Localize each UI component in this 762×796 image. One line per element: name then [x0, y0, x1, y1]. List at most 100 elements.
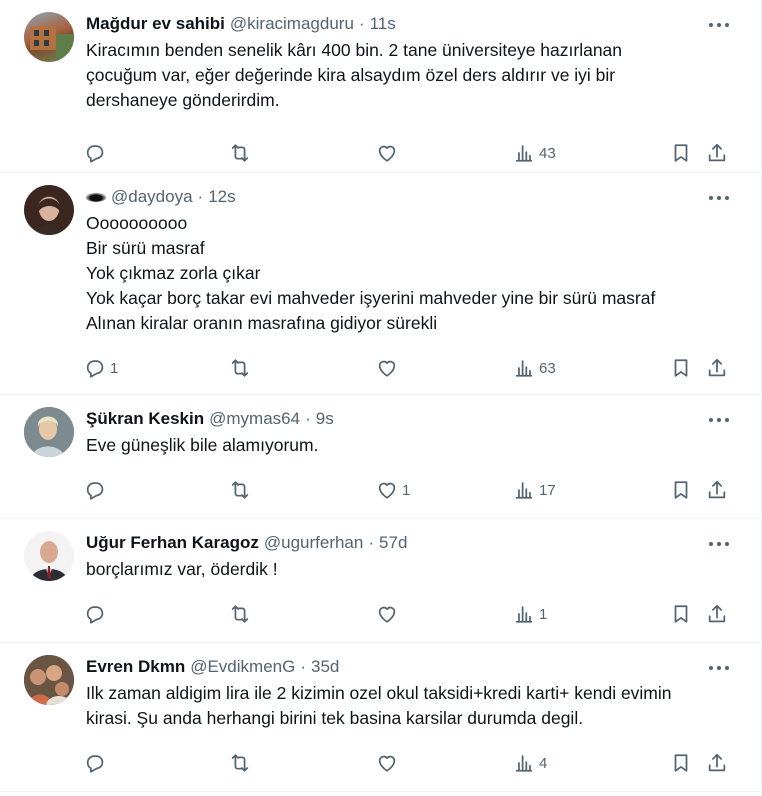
views-button[interactable]: 17: [513, 466, 556, 514]
retweet-icon: [231, 144, 249, 162]
share-icon: [708, 358, 726, 377]
avatar[interactable]: [24, 407, 74, 457]
share-icon: [708, 604, 726, 623]
retweet-icon: [231, 481, 249, 499]
more-options-button[interactable]: [707, 411, 731, 429]
share-button[interactable]: [706, 590, 728, 638]
reply-icon: [86, 755, 104, 773]
separator-dot: ·: [305, 409, 311, 428]
reply-icon: [86, 606, 104, 624]
views-button[interactable]: 1: [513, 590, 547, 638]
tweet-text: Kiracımın benden senelik kârı 400 bin. 2…: [86, 38, 745, 113]
timestamp[interactable]: 11s: [370, 14, 396, 34]
bookmark-icon: [674, 605, 688, 623]
reply-button[interactable]: 1: [84, 344, 118, 392]
tweet-text-line: borçlarımız var, öderdik !: [86, 559, 278, 579]
bookmark-icon: [674, 359, 688, 377]
heart-icon: [378, 145, 396, 162]
reply-button[interactable]: [84, 590, 110, 638]
display-name[interactable]: [86, 187, 106, 207]
reply-button[interactable]: [84, 739, 110, 787]
views-icon: [515, 360, 533, 377]
views-icon: [515, 755, 533, 772]
heart-icon: [378, 606, 396, 623]
bookmark-button[interactable]: [670, 590, 692, 638]
views-button[interactable]: 43: [513, 129, 556, 177]
more-options-button[interactable]: [707, 189, 731, 207]
timeline: Mağdur ev sahibi @kiracimagduru · 11s Ki…: [0, 0, 762, 796]
more-options-button[interactable]: [707, 535, 731, 553]
retweet-button[interactable]: [229, 590, 251, 638]
user-handle[interactable]: @EvdikmenG: [190, 657, 295, 677]
reply-count: 1: [110, 359, 119, 377]
retweet-button[interactable]: [229, 466, 251, 514]
avatar[interactable]: [24, 655, 74, 705]
share-button[interactable]: [706, 466, 728, 514]
bookmark-button[interactable]: [670, 344, 692, 392]
avatar[interactable]: [24, 531, 74, 581]
tweet-text: Oooooooooo Bir sürü masraf Yok çıkmaz zo…: [86, 211, 745, 336]
retweet-button[interactable]: [229, 344, 251, 392]
reply-button[interactable]: [84, 466, 110, 514]
bookmark-button[interactable]: [670, 466, 692, 514]
share-button[interactable]: [706, 129, 728, 177]
user-handle[interactable]: @mymas64: [209, 409, 300, 429]
bookmark-button[interactable]: [670, 129, 692, 177]
views-count: 4: [539, 754, 548, 772]
action-bar: 1 63: [86, 344, 745, 392]
timestamp[interactable]: 35d: [311, 657, 339, 677]
share-button[interactable]: [706, 344, 728, 392]
views-button[interactable]: 63: [513, 344, 556, 392]
retweet-button[interactable]: [229, 129, 251, 177]
like-count: 1: [402, 481, 411, 499]
display-name[interactable]: Şükran Keskin: [86, 409, 204, 429]
share-icon: [708, 143, 726, 162]
action-bar: 1 17: [86, 466, 745, 514]
share-icon: [708, 753, 726, 772]
share-button[interactable]: [706, 739, 728, 787]
avatar[interactable]: [24, 12, 74, 62]
retweet-button[interactable]: [229, 739, 251, 787]
reply-icon: [86, 145, 104, 163]
reply-button[interactable]: [84, 129, 110, 177]
views-icon: [515, 606, 533, 623]
more-options-button[interactable]: [707, 16, 731, 34]
display-name[interactable]: Uğur Ferhan Karagoz: [86, 533, 259, 553]
bookmark-icon: [674, 144, 688, 162]
reply-icon: [86, 482, 104, 500]
views-icon: [515, 145, 533, 162]
tweet[interactable]: @daydoya · 12s Oooooooooo Bir sürü masra…: [0, 173, 761, 395]
views-count: 1: [539, 605, 548, 623]
views-button[interactable]: 4: [513, 739, 547, 787]
tweet[interactable]: Şükran Keskin @mymas64 · 9s Eve güneşlik…: [0, 395, 761, 519]
like-button[interactable]: 1: [376, 466, 410, 514]
views-icon: [515, 482, 533, 499]
timestamp[interactable]: 9s: [316, 409, 334, 429]
views-count: 17: [539, 481, 556, 499]
like-button[interactable]: [376, 739, 402, 787]
bookmark-button[interactable]: [670, 739, 692, 787]
retweet-icon: [231, 605, 249, 623]
user-handle[interactable]: @kiracimagduru: [230, 14, 354, 34]
display-name[interactable]: Mağdur ev sahibi: [86, 14, 225, 34]
more-options-button[interactable]: [707, 659, 731, 677]
user-handle[interactable]: @daydoya: [111, 187, 193, 207]
tweet-text: Ilk zaman aldigim lira ile 2 kizimin oze…: [86, 681, 745, 731]
tweet[interactable]: Mağdur ev sahibi @kiracimagduru · 11s Ki…: [0, 0, 761, 173]
timestamp[interactable]: 12s: [208, 187, 235, 207]
more-icon: [709, 196, 713, 200]
user-handle[interactable]: @ugurferhan: [264, 533, 364, 553]
like-button[interactable]: [376, 590, 402, 638]
display-name[interactable]: Evren Dkmn: [86, 657, 185, 677]
heart-icon: [378, 755, 396, 772]
bookmark-icon: [674, 481, 688, 499]
heart-icon: [378, 360, 396, 377]
like-button[interactable]: [376, 129, 402, 177]
separator-dot: ·: [358, 14, 365, 33]
timestamp[interactable]: 57d: [379, 533, 407, 553]
like-button[interactable]: [376, 344, 402, 392]
tweet[interactable]: Evren Dkmn @EvdikmenG · 35d Ilk zaman al…: [0, 643, 761, 792]
tweet-header: Uğur Ferhan Karagoz @ugurferhan · 57d: [86, 531, 745, 555]
tweet[interactable]: Uğur Ferhan Karagoz @ugurferhan · 57d bo…: [0, 519, 761, 643]
avatar[interactable]: [24, 185, 74, 235]
